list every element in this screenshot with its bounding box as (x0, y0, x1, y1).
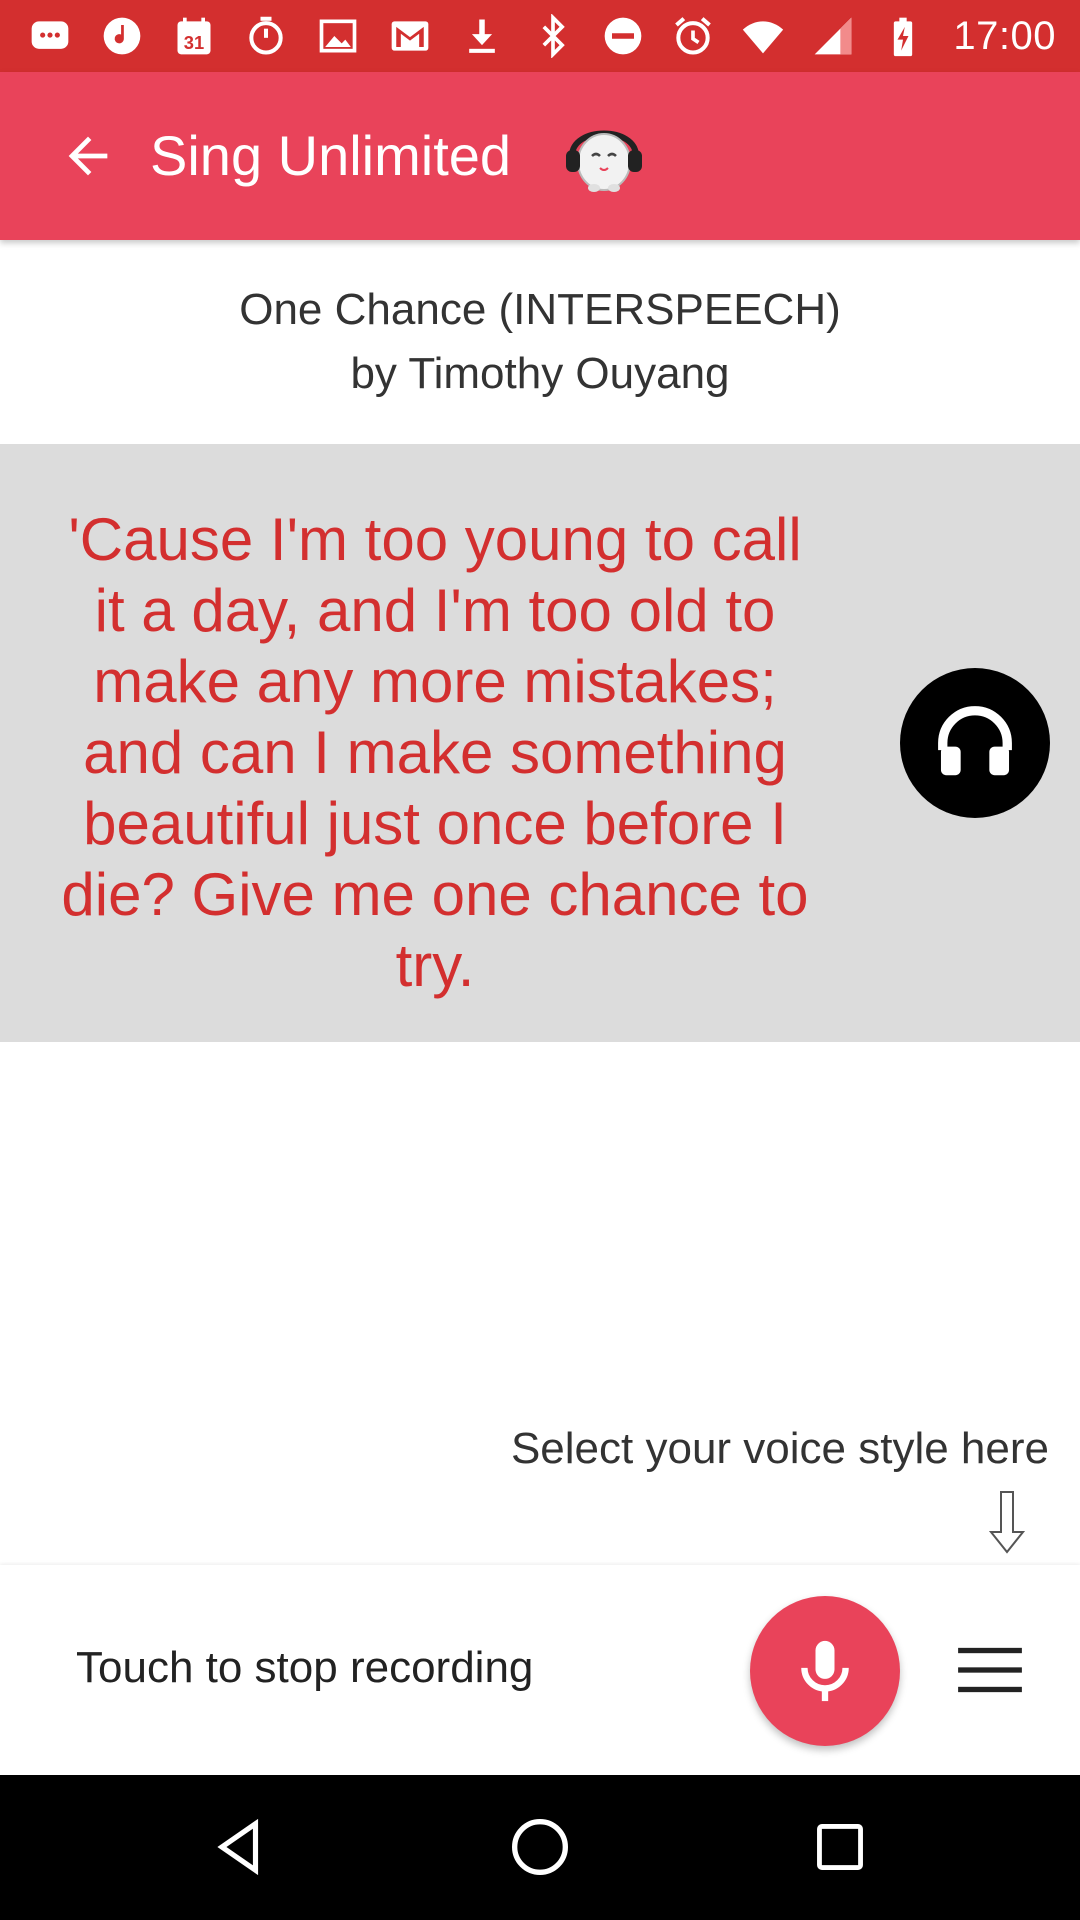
menu-icon (958, 1647, 1022, 1693)
nav-back-button[interactable] (195, 1802, 285, 1892)
system-navigation-bar (0, 1775, 1080, 1920)
back-arrow-icon (68, 136, 108, 176)
nav-home-button[interactable] (495, 1802, 585, 1892)
voice-style-hint: Select your voice style here (510, 1424, 1049, 1473)
headphones-icon (938, 706, 1012, 776)
battery-charging-icon (879, 12, 927, 60)
nav-back-icon (217, 1818, 259, 1876)
lyrics-panel: 'Cause I'm too young to call it a day, a… (0, 444, 1080, 1042)
image-icon (314, 12, 362, 60)
cell-signal-icon (809, 12, 857, 60)
calendar-icon: 31 (170, 12, 218, 60)
voice-style-menu-button[interactable] (950, 1635, 1030, 1705)
song-artist: by Timothy Ouyang (350, 349, 730, 398)
nav-home-icon (512, 1819, 568, 1875)
do-not-disturb-icon (599, 12, 647, 60)
nav-recents-icon (817, 1824, 863, 1870)
calendar-day: 31 (184, 32, 204, 53)
download-icon (458, 12, 506, 60)
lyrics-text: 'Cause I'm too young to call it a day, a… (61, 506, 809, 999)
recording-bar: Touch to stop recording (0, 1565, 1080, 1775)
status-bar-system: 17:00 (529, 0, 1056, 72)
arrow-down-icon (985, 1490, 1029, 1554)
song-header: One Chance (INTERSPEECH) by Timothy Ouya… (0, 240, 1080, 444)
wifi-icon (739, 12, 787, 60)
song-title: One Chance (INTERSPEECH) (239, 285, 841, 334)
mascot-logo-icon (562, 112, 646, 196)
microphone-icon (801, 1640, 849, 1702)
record-button[interactable] (750, 1596, 900, 1746)
chat-icon (26, 12, 74, 60)
app-bar: Sing Unlimited (0, 72, 1080, 240)
gmail-icon (386, 12, 434, 60)
listen-button[interactable] (900, 668, 1050, 818)
status-bar-notifications: 31 (26, 0, 506, 72)
alarm-icon (669, 12, 717, 60)
bluetooth-icon (529, 12, 577, 60)
app-title: Sing Unlimited (150, 124, 512, 187)
back-button[interactable] (44, 112, 132, 200)
nav-recents-button[interactable] (795, 1802, 885, 1892)
clock: 17:00 (953, 13, 1056, 58)
recording-status-text[interactable]: Touch to stop recording (76, 1643, 533, 1693)
status-bar: 31 17:00 (0, 0, 1080, 72)
stopwatch-icon (242, 12, 290, 60)
music-icon (98, 12, 146, 60)
